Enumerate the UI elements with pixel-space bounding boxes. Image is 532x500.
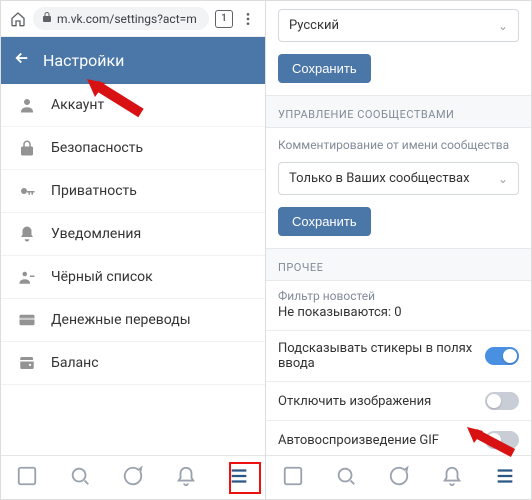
title-bar: Настройки	[1, 37, 265, 84]
key-icon	[17, 182, 37, 200]
nav-newsfeed-icon[interactable]	[16, 465, 38, 491]
toggle-stickers-label: Подсказывать стикеры в полях ввода	[278, 341, 485, 371]
tab-count[interactable]: 1	[215, 10, 233, 28]
left-screenshot: m.vk.com/settings?act=m 1 Настройки Акка…	[1, 1, 266, 499]
save-button-1[interactable]: Сохранить	[278, 54, 371, 83]
url-text: m.vk.com/settings?act=m	[57, 12, 197, 26]
row-label: Аккаунт	[51, 97, 104, 113]
save-button-2[interactable]: Сохранить	[278, 207, 371, 236]
toggle-gif-label: Автовоспроизведение GIF	[278, 433, 439, 448]
sidebar-item-notifications[interactable]: Уведомления	[1, 213, 265, 256]
nav-messages-icon[interactable]	[388, 465, 410, 491]
row-label: Уведомления	[51, 226, 141, 242]
lock-icon	[41, 11, 53, 26]
toggle-switch-on[interactable]	[485, 347, 519, 365]
sidebar-item-transfers[interactable]: Денежные переводы	[1, 299, 265, 342]
row-label: Денежные переводы	[51, 312, 191, 328]
nav-search-icon[interactable]	[69, 465, 91, 491]
toggle-gif-row[interactable]: Автовоспроизведение GIF	[266, 421, 531, 455]
toggle-images-label: Отключить изображения	[278, 394, 431, 409]
row-label: Баланс	[51, 355, 99, 371]
back-icon[interactable]	[13, 49, 31, 72]
row-label: Безопасность	[51, 140, 143, 156]
language-select[interactable]: Русский ⌄	[278, 9, 519, 42]
sidebar-item-account[interactable]: Аккаунт	[1, 84, 265, 127]
chevron-down-icon: ⌄	[498, 19, 508, 33]
row-label: Приватность	[51, 183, 137, 199]
filter-label: Фильтр новостей	[266, 281, 531, 303]
sidebar-item-blacklist[interactable]: Чёрный список	[1, 256, 265, 299]
sidebar-item-privacy[interactable]: Приватность	[1, 170, 265, 213]
card-icon	[17, 311, 37, 329]
section-communities: УПРАВЛЕНИЕ СООБЩЕСТВАМИ	[266, 95, 531, 128]
home-icon[interactable]	[9, 10, 27, 28]
toggle-switch-off[interactable]	[485, 392, 519, 410]
page-title: Настройки	[43, 51, 124, 70]
row-label: Чёрный список	[51, 269, 153, 285]
toggle-images-row[interactable]: Отключить изображения	[266, 382, 531, 421]
comment-value: Только в Ваших сообществах	[289, 171, 470, 186]
sidebar-item-balance[interactable]: Баланс	[1, 342, 265, 385]
comment-select[interactable]: Только в Ваших сообществах ⌄	[278, 162, 519, 195]
nav-messages-icon[interactable]	[122, 465, 144, 491]
filter-value[interactable]: Не показываются: 0	[266, 303, 531, 331]
wallet-icon	[17, 354, 37, 372]
comment-label: Комментирование от имени сообщества	[266, 128, 531, 154]
nav-menu-icon[interactable]	[228, 465, 250, 491]
bottom-nav	[1, 455, 265, 499]
chevron-down-icon: ⌄	[498, 172, 508, 186]
section-other: ПРОЧЕЕ	[266, 248, 531, 281]
language-value: Русский	[289, 18, 339, 33]
lock-icon	[17, 139, 37, 157]
url-bar[interactable]: m.vk.com/settings?act=m	[33, 7, 209, 30]
users-minus-icon	[17, 268, 37, 286]
nav-newsfeed-icon[interactable]	[282, 465, 304, 491]
nav-notifications-icon[interactable]	[441, 465, 463, 491]
bell-icon	[17, 225, 37, 243]
toggle-switch-off[interactable]	[485, 431, 519, 449]
right-screenshot: Русский ⌄ Сохранить УПРАВЛЕНИЕ СООБЩЕСТВ…	[266, 1, 531, 499]
browser-bar: m.vk.com/settings?act=m 1	[1, 1, 265, 37]
sidebar-item-security[interactable]: Безопасность	[1, 127, 265, 170]
nav-menu-icon[interactable]	[494, 465, 516, 491]
bottom-nav	[266, 455, 531, 499]
nav-search-icon[interactable]	[335, 465, 357, 491]
toggle-stickers-row[interactable]: Подсказывать стикеры в полях ввода	[266, 331, 531, 382]
more-icon[interactable]	[239, 10, 257, 28]
settings-list: Аккаунт Безопасность Приватность Уведомл…	[1, 84, 265, 455]
user-icon	[17, 96, 37, 114]
nav-notifications-icon[interactable]	[175, 465, 197, 491]
